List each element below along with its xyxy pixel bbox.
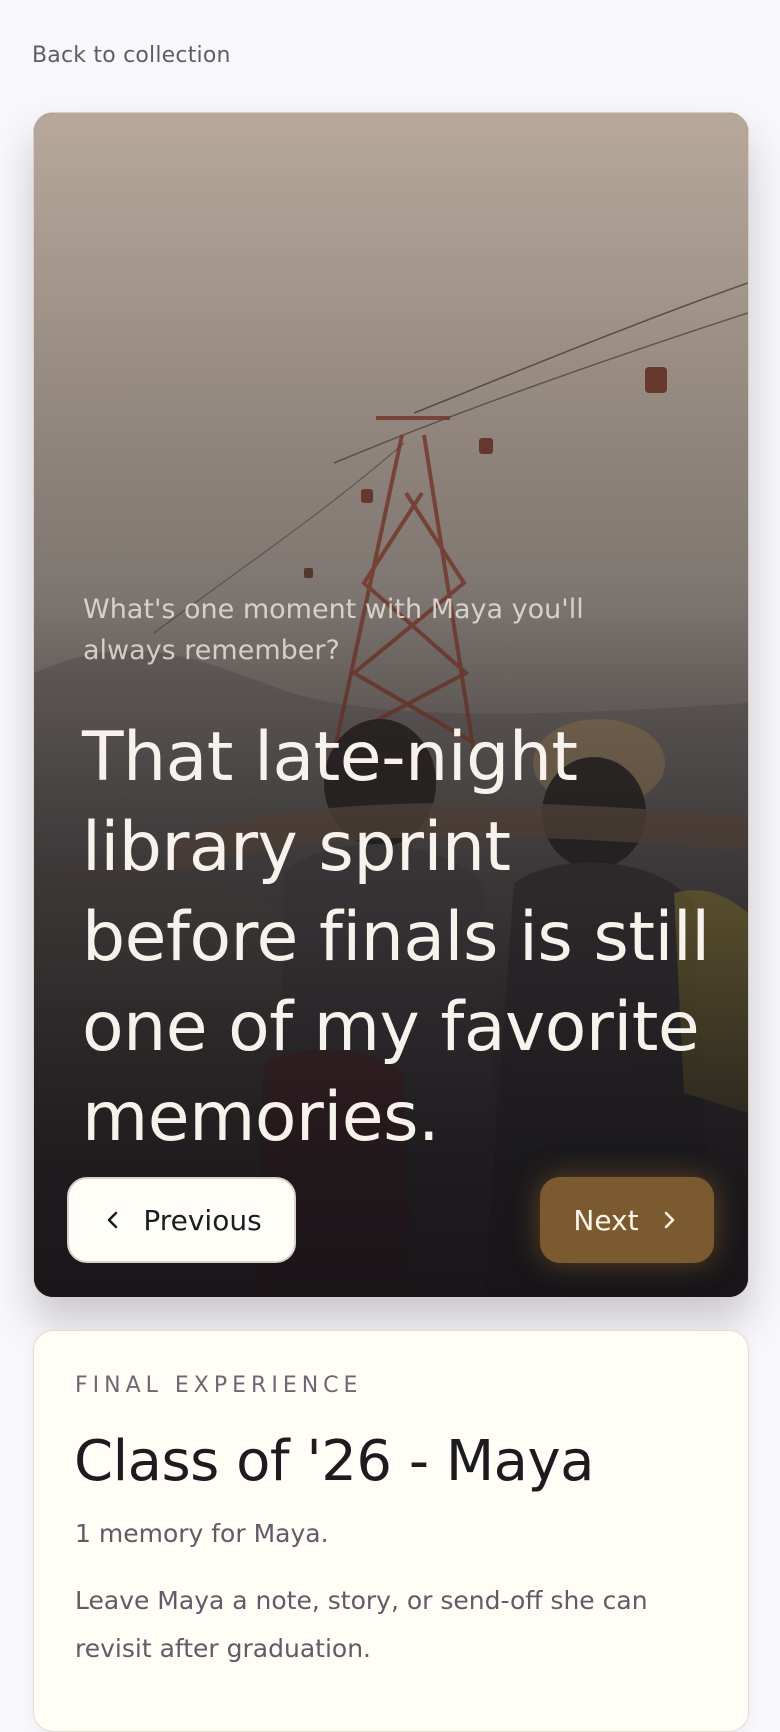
experience-description: Leave Maya a note, story, or send-off sh… xyxy=(75,1586,648,1663)
memory-count: 1 memory for Maya. xyxy=(75,1519,329,1548)
chevron-left-icon xyxy=(101,1208,125,1232)
memory-prompt-question: What's one moment with Maya you'll alway… xyxy=(83,594,584,666)
memory-answer-text: That late-night library sprint before fi… xyxy=(82,718,710,1157)
next-button-label: Next xyxy=(573,1203,639,1237)
memory-story-card: What's one moment with Maya you'll alway… xyxy=(33,112,749,1298)
experience-title: Class of '26 - Maya xyxy=(74,1429,594,1494)
back-to-collection-link[interactable]: Back to collection xyxy=(32,43,231,68)
experience-eyebrow: FINAL EXPERIENCE xyxy=(75,1373,363,1398)
experience-info-card: FINAL EXPERIENCE Class of '26 - Maya 1 m… xyxy=(33,1330,749,1732)
previous-button[interactable]: Previous xyxy=(67,1177,296,1263)
chevron-right-icon xyxy=(657,1208,681,1232)
previous-button-label: Previous xyxy=(143,1203,262,1237)
next-button[interactable]: Next xyxy=(540,1177,714,1263)
